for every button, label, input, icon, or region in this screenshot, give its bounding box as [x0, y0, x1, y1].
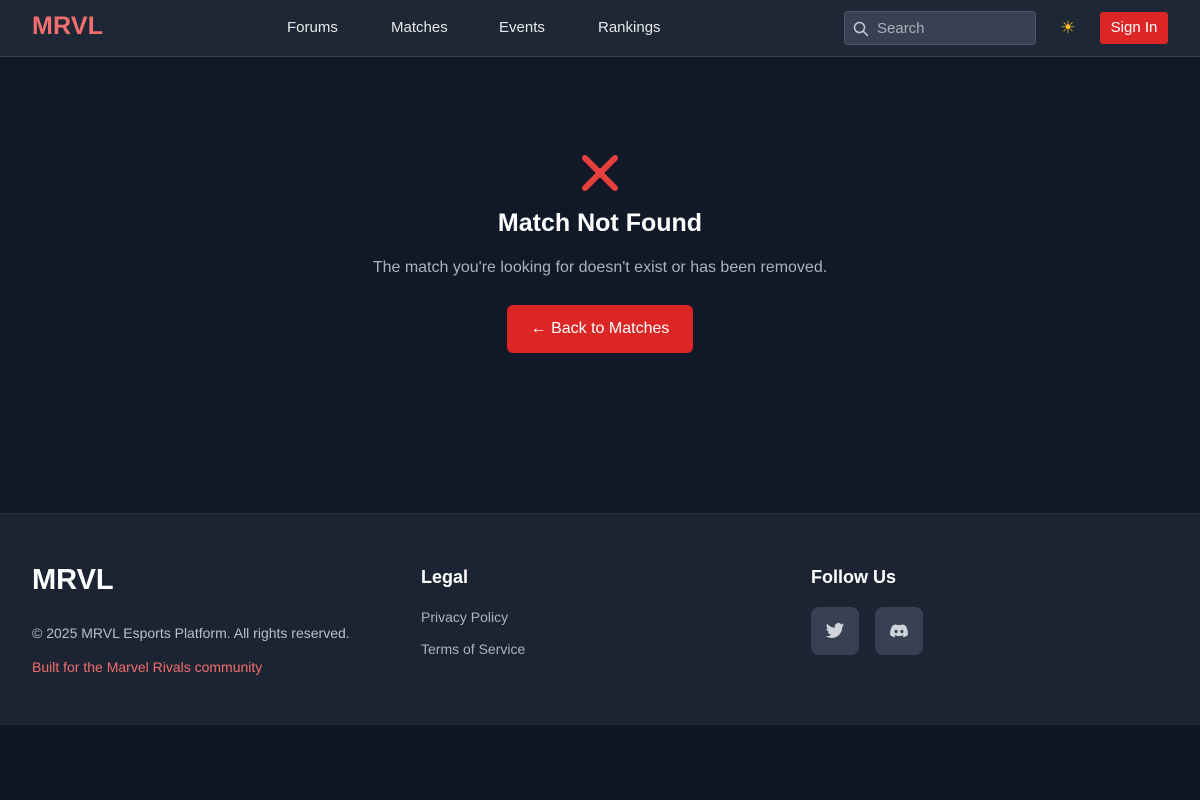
privacy-policy-link[interactable]: Privacy Policy — [421, 609, 508, 625]
sign-in-button[interactable]: Sign In — [1100, 12, 1168, 44]
site-footer: MRVL © 2025 MRVL Esports Platform. All r… — [0, 513, 1200, 725]
back-to-matches-button[interactable]: ← Back to Matches — [507, 305, 693, 353]
red-x-icon — [582, 155, 618, 191]
footer-logo: MRVL — [32, 564, 114, 596]
legal-heading: Legal — [421, 567, 469, 587]
search-input[interactable] — [877, 12, 1027, 44]
discord-icon — [890, 624, 908, 638]
twitter-icon — [825, 623, 845, 638]
nav-link-matches[interactable]: Matches — [391, 19, 448, 36]
nav-link-forums[interactable]: Forums — [287, 19, 338, 36]
top-nav-bar: MRVL Forums Matches Events Rankings ☀ Si… — [0, 0, 1200, 57]
discord-button[interactable] — [875, 607, 923, 655]
nav-link-events[interactable]: Events — [499, 19, 545, 36]
copyright-text: © 2025 MRVL Esports Platform. All rights… — [32, 625, 350, 641]
page-bottom-area — [0, 725, 1200, 800]
footer-tagline: Built for the Marvel Rivals community — [32, 659, 263, 675]
nav-link-rankings[interactable]: Rankings — [598, 19, 661, 36]
sun-icon[interactable]: ☀ — [1056, 16, 1080, 40]
search-icon — [853, 21, 869, 37]
terms-of-service-link[interactable]: Terms of Service — [421, 641, 525, 657]
error-message: The match you're looking for doesn't exi… — [372, 259, 828, 276]
follow-us-heading: Follow Us — [811, 567, 896, 587]
twitter-button[interactable] — [811, 607, 859, 655]
site-logo[interactable]: MRVL — [32, 12, 103, 41]
search-box — [844, 11, 1036, 45]
error-title: Match Not Found — [497, 209, 703, 237]
main-content: Match Not Found The match you're looking… — [0, 57, 1200, 513]
